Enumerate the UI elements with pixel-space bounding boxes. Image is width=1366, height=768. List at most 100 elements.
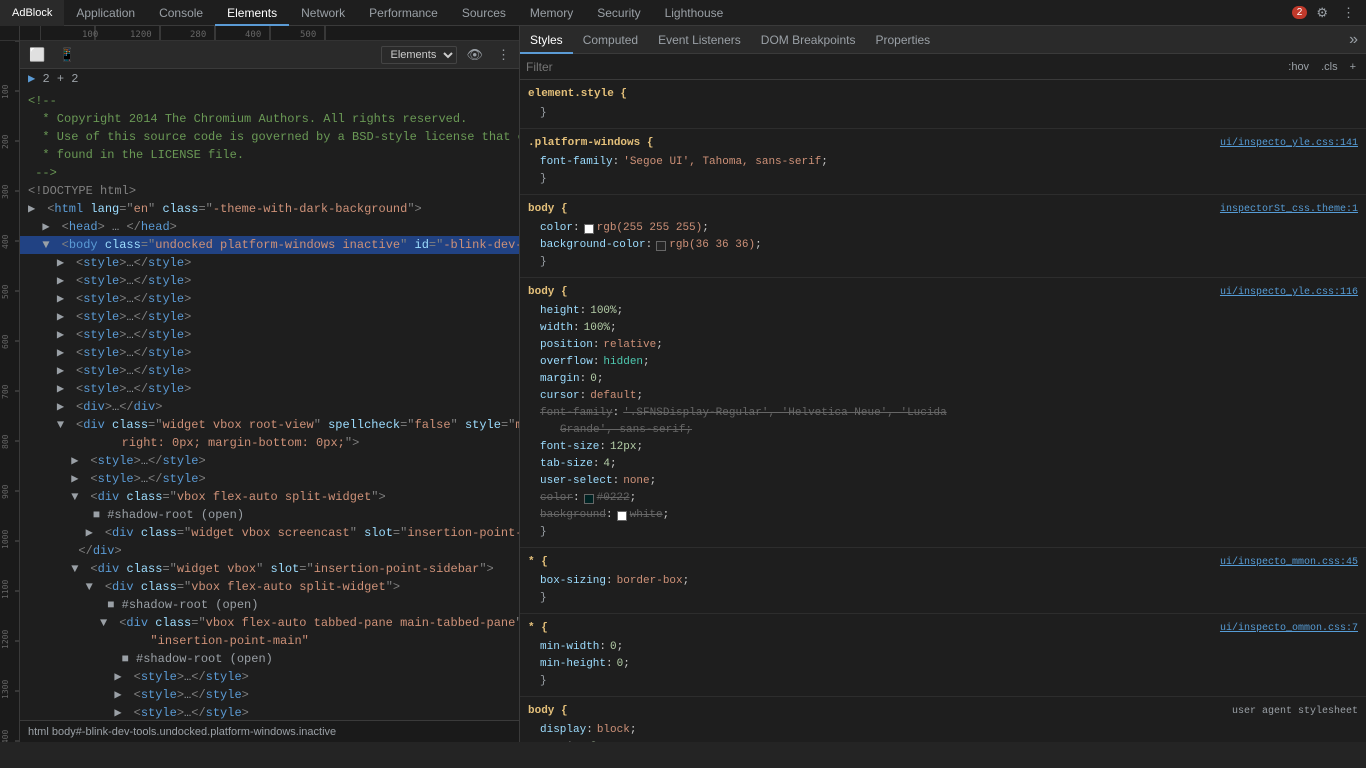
eye-button[interactable]: 👁 <box>461 45 488 65</box>
add-style-button[interactable]: + <box>1346 60 1360 74</box>
dom-line: "insertion-point-main" <box>20 632 519 650</box>
tab-elements[interactable]: Elements <box>215 0 289 26</box>
rule-source[interactable]: inspectorSt_css.theme:1 <box>1220 201 1358 218</box>
prop-line-strikethrough: background: white ; <box>520 507 1366 524</box>
rule-header: body { user agent stylesheet <box>520 701 1366 722</box>
hov-button[interactable]: :hov <box>1284 60 1313 74</box>
dom-line[interactable]: ▶ <style>…</style> <box>20 308 519 326</box>
dom-line[interactable]: ▶ <style>…</style> <box>20 686 519 704</box>
main-area: 100 200 300 400 500 600 700 800 900 1000 <box>0 26 1366 742</box>
rule-source[interactable]: ui/inspecto_mmon.css:45 <box>1220 554 1358 571</box>
tab-application[interactable]: Application <box>64 0 147 26</box>
rule-source[interactable]: ui/inspecto_ommon.css:7 <box>1220 620 1358 637</box>
dom-line[interactable]: ▶ <style>…</style> <box>20 344 519 362</box>
styles-tab-properties[interactable]: Properties <box>865 26 940 54</box>
color-swatch[interactable] <box>656 241 666 251</box>
filter-actions: :hov .cls + <box>1284 60 1360 74</box>
cls-button[interactable]: .cls <box>1317 60 1342 74</box>
dom-line[interactable]: ▼ <div class="vbox flex-auto split-widge… <box>20 488 519 506</box>
dom-line[interactable]: ▼ <div class="widget vbox" slot="inserti… <box>20 560 519 578</box>
prop-line: margin: 0 ; <box>520 371 1366 388</box>
prop-line: font-family : 'Segoe UI', Tahoma, sans-s… <box>520 154 1366 171</box>
svg-text:1200: 1200 <box>1 630 10 649</box>
rule-source[interactable]: ui/inspecto_yle.css:141 <box>1220 135 1358 152</box>
dom-line: * found in the LICENSE file. <box>20 146 519 164</box>
svg-text:600: 600 <box>1 334 10 349</box>
style-rule-star-min: * { ui/inspecto_ommon.css:7 min-width: 0… <box>520 614 1366 697</box>
prop-line: width: 100% ; <box>520 320 1366 337</box>
error-count-badge: 2 <box>1292 6 1308 19</box>
tab-console[interactable]: Console <box>147 0 215 26</box>
prop-line-strikethrough: margin: 8px ; <box>520 739 1366 742</box>
prop-line: position: relative ; <box>520 337 1366 354</box>
rule-selector[interactable]: * { <box>528 620 548 637</box>
rule-header: element.style { <box>520 84 1366 105</box>
tab-network[interactable]: Network <box>289 0 357 26</box>
dom-line-body[interactable]: ▼ <body class="undocked platform-windows… <box>20 236 519 254</box>
rule-selector[interactable]: body { <box>528 703 568 720</box>
rule-selector[interactable]: element.style { <box>528 86 627 103</box>
filter-input[interactable] <box>526 60 1280 74</box>
main-tab-bar: AdBlock Application Console Elements Net… <box>0 0 1366 26</box>
more-tools-button[interactable]: ⋮ <box>1337 4 1360 21</box>
dom-line[interactable]: ▶ <style>…</style> <box>20 704 519 720</box>
tab-performance[interactable]: Performance <box>357 0 450 26</box>
tab-memory[interactable]: Memory <box>518 0 585 26</box>
rule-source[interactable]: ui/inspecto_yle.css:116 <box>1220 284 1358 301</box>
tab-sources[interactable]: Sources <box>450 0 518 26</box>
dom-line[interactable]: ▶ <style>…</style> <box>20 272 519 290</box>
dom-line[interactable]: ▶ <head> … </head> <box>20 218 519 236</box>
dom-panel: 100 1200 280 400 500 ⬜ 📱 Elements <box>20 26 520 742</box>
styles-tab-dom-breakpoints[interactable]: DOM Breakpoints <box>751 26 866 54</box>
rule-selector[interactable]: * { <box>528 554 548 571</box>
styles-tab-event-listeners[interactable]: Event Listeners <box>648 26 751 54</box>
inspect-button[interactable]: ⬜ <box>24 45 50 65</box>
styles-tab-more[interactable]: » <box>1341 31 1366 49</box>
device-toolbar-button[interactable]: 📱 <box>54 45 80 65</box>
svg-text:800: 800 <box>1 434 10 449</box>
styles-content[interactable]: element.style { } .platform-windows { ui… <box>520 80 1366 742</box>
dom-line[interactable]: ▶ <style>…</style> <box>20 254 519 272</box>
color-swatch[interactable] <box>617 511 627 521</box>
color-swatch[interactable] <box>584 224 594 234</box>
dom-line[interactable]: ▶ <style>…</style> <box>20 326 519 344</box>
filter-bar: :hov .cls + <box>520 54 1366 80</box>
settings-button[interactable]: ⚙ <box>1311 4 1333 21</box>
tab-lighthouse[interactable]: Lighthouse <box>653 0 736 26</box>
dom-line[interactable]: ▶ <div>…</div> <box>20 398 519 416</box>
prop-line-strikethrough: color: #0222 ; <box>520 490 1366 507</box>
dom-content[interactable]: <!-- * Copyright 2014 The Chromium Autho… <box>20 88 519 720</box>
dom-line[interactable]: ▶ <style>…</style> <box>20 470 519 488</box>
dom-line[interactable]: ▶ <style>…</style> <box>20 380 519 398</box>
dom-line[interactable]: ▶ <html lang="en" class="-theme-with-dar… <box>20 200 519 218</box>
dom-line[interactable]: ▼ <div class="widget vbox root-view" spe… <box>20 416 519 434</box>
tab-security[interactable]: Security <box>585 0 652 26</box>
prop-line-strikethrough: font-family: '.SFNSDisplay-Regular', 'He… <box>520 405 1366 422</box>
rule-header: body { ui/inspecto_yle.css:116 <box>520 282 1366 303</box>
dom-line[interactable]: ▼ <div class="vbox flex-auto tabbed-pane… <box>20 614 519 632</box>
color-swatch[interactable] <box>584 494 594 504</box>
rule-selector[interactable]: .platform-windows { <box>528 135 653 152</box>
dom-line[interactable]: ▶ <style>…</style> <box>20 452 519 470</box>
dom-line[interactable]: ▶ <div class="widget vbox screencast" sl… <box>20 524 519 542</box>
styles-tab-styles[interactable]: Styles <box>520 26 573 54</box>
rule-source: user agent stylesheet <box>1232 703 1358 720</box>
dom-line[interactable]: ▶ <style>…</style> <box>20 290 519 308</box>
dom-line[interactable]: ▶ <style>…</style> <box>20 362 519 380</box>
rule-selector[interactable]: body { <box>528 201 568 218</box>
svg-text:300: 300 <box>1 184 10 199</box>
dom-line[interactable]: ▼ <div class="vbox flex-auto split-widge… <box>20 578 519 596</box>
styles-tab-computed[interactable]: Computed <box>573 26 648 54</box>
svg-text:200: 200 <box>1 134 10 149</box>
dom-line[interactable]: ■ #shadow-root (open) <box>20 650 519 668</box>
element-select[interactable]: Elements <box>381 46 457 64</box>
style-rule-body-main: body { ui/inspecto_yle.css:116 height: 1… <box>520 278 1366 548</box>
more-options-button[interactable]: ⋮ <box>492 45 515 65</box>
dom-line[interactable]: ▶ <style>…</style> <box>20 668 519 686</box>
dom-line: </div> <box>20 542 519 560</box>
tab-adblock[interactable]: AdBlock <box>0 0 64 26</box>
dom-line[interactable]: ■ #shadow-root (open) <box>20 596 519 614</box>
prop-line: min-width: 0 ; <box>520 639 1366 656</box>
dom-line[interactable]: ■ #shadow-root (open) <box>20 506 519 524</box>
rule-selector[interactable]: body { <box>528 284 568 301</box>
